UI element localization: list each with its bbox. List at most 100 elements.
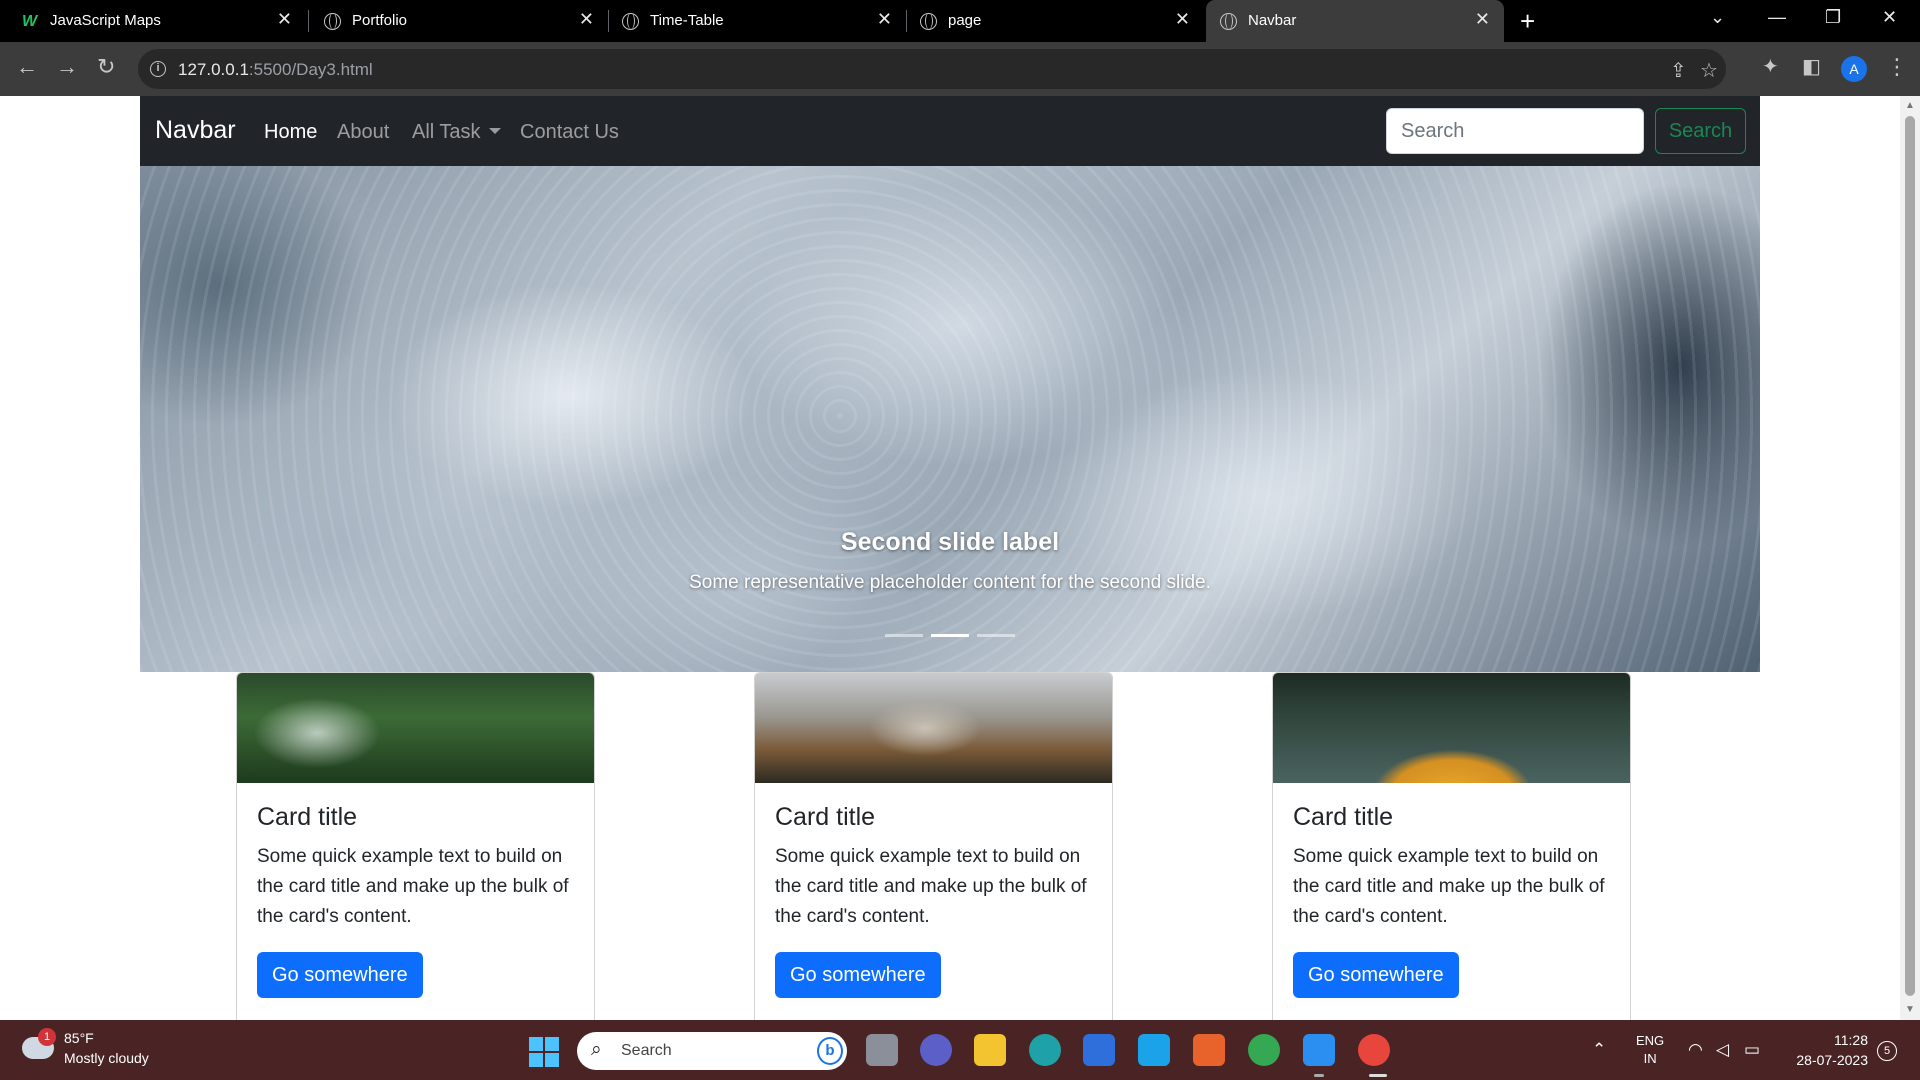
browser-tab-strip: W JavaScript Maps ✕ Portfolio ✕ Time-Tab…	[0, 0, 1920, 42]
globe-icon	[622, 13, 639, 30]
close-icon[interactable]: ✕	[1175, 9, 1190, 30]
new-tab-button[interactable]: +	[1520, 6, 1535, 37]
task-view-icon[interactable]	[866, 1034, 898, 1066]
navbar-search-input[interactable]	[1386, 108, 1644, 154]
nav-link-contact-us[interactable]: Contact Us	[520, 121, 619, 144]
card-image-kayak	[1273, 673, 1630, 783]
url-path: :5500/Day3.html	[248, 60, 373, 79]
carousel-indicator-3[interactable]	[977, 634, 1015, 637]
volume-icon[interactable]: ◁	[1716, 1040, 1729, 1060]
profile-avatar[interactable]: A	[1841, 56, 1867, 82]
tab-title: Navbar	[1248, 12, 1297, 29]
tab-title: Time-Table	[650, 12, 724, 29]
tab-time-table[interactable]: Time-Table ✕	[608, 0, 906, 42]
card: Card title Some quick example text to bu…	[236, 672, 595, 1020]
taskbar-search-box[interactable]: ⌕ Search b	[577, 1032, 847, 1070]
card-title: Card title	[775, 803, 876, 831]
w-logo-icon: W	[22, 13, 38, 30]
card: Card title Some quick example text to bu…	[754, 672, 1113, 1020]
taskbar-search-text: Search	[621, 1042, 672, 1059]
window-close-icon[interactable]: ✕	[1882, 7, 1897, 28]
wifi-icon[interactable]: ◠	[1688, 1040, 1703, 1060]
search-icon: ⌕	[591, 1039, 602, 1060]
notification-badge[interactable]: 5	[1877, 1041, 1897, 1061]
teams-chat-icon[interactable]	[920, 1034, 952, 1066]
extensions-puzzle-icon[interactable]: ✦	[1762, 55, 1779, 79]
site-info-icon[interactable]: i	[150, 61, 166, 77]
card-text: Some quick example text to build on the …	[775, 846, 1087, 927]
file-explorer-icon[interactable]	[974, 1034, 1006, 1066]
card-go-button[interactable]: Go somewhere	[775, 952, 941, 998]
back-arrow-icon[interactable]: ←	[16, 55, 38, 79]
tab-portfolio[interactable]: Portfolio ✕	[310, 0, 608, 42]
globe-icon	[1220, 13, 1237, 30]
bing-icon[interactable]: b	[817, 1037, 843, 1065]
carousel-indicator-1[interactable]	[885, 634, 923, 637]
close-icon[interactable]: ✕	[277, 9, 292, 30]
carousel-caption-text: Some representative placeholder content …	[689, 572, 1211, 593]
card-body: Card title Some quick example text to bu…	[775, 803, 1095, 932]
forward-arrow-icon[interactable]: →	[56, 55, 78, 79]
address-bar[interactable]: i 127.0.0.1:5500/Day3.html ⇪ ☆	[138, 49, 1726, 89]
weather-temperature[interactable]: 85°F	[64, 1030, 94, 1046]
tab-title: Portfolio	[352, 12, 408, 29]
tab-search-chevron-icon[interactable]: ⌄	[1710, 7, 1725, 28]
card-go-button[interactable]: Go somewhere	[257, 952, 423, 998]
l-app-icon[interactable]	[1138, 1034, 1170, 1066]
tray-chevron-up-icon[interactable]: ⌃	[1592, 1040, 1606, 1060]
nav-link-home[interactable]: Home	[264, 121, 317, 144]
tab-title: JavaScript Maps	[50, 12, 161, 29]
windows-taskbar: 1 85°F Mostly cloudy ⌕ Search b ⌃ ENG IN …	[0, 1020, 1920, 1080]
tab-title: page	[948, 12, 982, 29]
active-app-indicator	[1369, 1074, 1387, 1077]
tab-javascript-maps[interactable]: W JavaScript Maps ✕	[8, 0, 306, 42]
card-text: Some quick example text to build on the …	[1293, 846, 1605, 927]
globe-icon	[324, 13, 341, 30]
weather-description[interactable]: Mostly cloudy	[64, 1050, 149, 1066]
card-image-forest	[237, 673, 594, 783]
close-icon[interactable]: ✕	[579, 9, 594, 30]
scroll-down-icon[interactable]: ▼	[1905, 1004, 1915, 1015]
vscode-icon[interactable]	[1303, 1034, 1335, 1066]
carousel-indicator-2[interactable]	[931, 634, 969, 637]
card-title: Card title	[1293, 803, 1394, 831]
microsoft-store-icon[interactable]	[1083, 1034, 1115, 1066]
card: Card title Some quick example text to bu…	[1272, 672, 1631, 1020]
language-indicator[interactable]: ENG IN	[1636, 1032, 1664, 1068]
close-icon[interactable]: ✕	[1475, 9, 1490, 30]
restore-icon[interactable]: ❐	[1825, 7, 1841, 28]
edge-browser-icon[interactable]	[1029, 1034, 1061, 1066]
page-scrollbar[interactable]: ▲ ▼	[1900, 96, 1920, 1020]
tab-separator	[308, 10, 309, 32]
chrome-profile-icon[interactable]	[1358, 1034, 1390, 1066]
minimize-icon[interactable]: —	[1768, 7, 1786, 28]
clock-time: 11:28	[1834, 1032, 1868, 1048]
close-icon[interactable]: ✕	[877, 9, 892, 30]
url-text[interactable]: 127.0.0.1:5500/Day3.html	[178, 60, 373, 80]
tab-navbar[interactable]: Navbar ✕	[1206, 0, 1504, 42]
scrollbar-thumb[interactable]	[1905, 116, 1915, 996]
navbar-search-button[interactable]: Search	[1655, 108, 1746, 154]
caret-down-icon	[488, 128, 501, 134]
bookmark-star-icon[interactable]: ☆	[1700, 58, 1718, 83]
scroll-up-icon[interactable]: ▲	[1905, 100, 1915, 111]
nav-dropdown-all-task[interactable]: All Task	[412, 121, 501, 144]
card-image-mountain-valley	[755, 673, 1112, 783]
site-navbar: Navbar Home About All Task Contact Us Se…	[140, 96, 1760, 166]
windows-start-icon[interactable]	[529, 1037, 559, 1067]
battery-icon[interactable]: ▭	[1744, 1040, 1760, 1060]
side-panel-icon[interactable]: ◧	[1802, 55, 1821, 79]
carousel-slide-image	[140, 166, 1760, 672]
image-carousel[interactable]: Second slide label Some representative p…	[140, 166, 1760, 672]
menu-kebab-icon[interactable]: ⋮	[1886, 55, 1908, 79]
card-go-button[interactable]: Go somewhere	[1293, 952, 1459, 998]
share-icon[interactable]: ⇪	[1670, 58, 1687, 83]
nav-link-about[interactable]: About	[337, 121, 389, 144]
navbar-brand[interactable]: Navbar	[155, 116, 236, 145]
reload-icon[interactable]: ↻	[97, 55, 115, 79]
chrome-icon[interactable]	[1248, 1034, 1280, 1066]
taskbar-clock[interactable]: 11:28 28-07-2023	[1780, 1030, 1868, 1070]
url-host: 127.0.0.1	[178, 60, 249, 79]
tab-page[interactable]: page ✕	[906, 0, 1204, 42]
orange-app-icon[interactable]	[1193, 1034, 1225, 1066]
